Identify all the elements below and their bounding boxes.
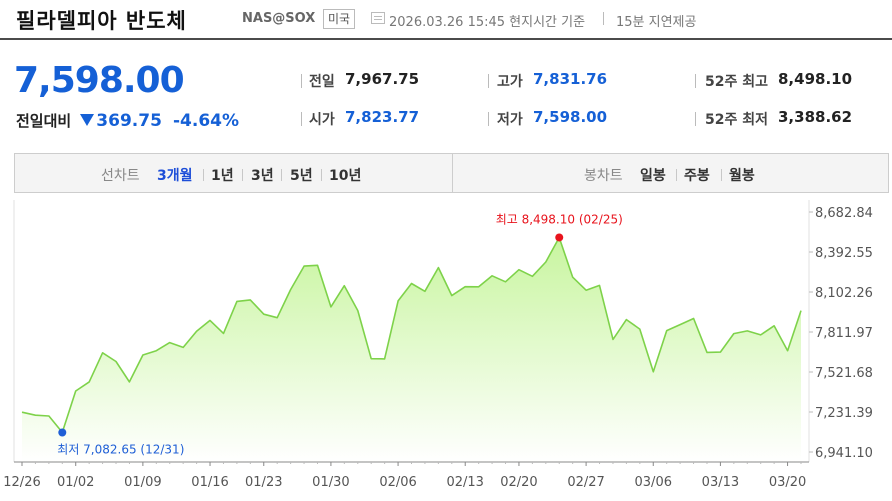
min-point-marker <box>58 428 67 437</box>
change-label: 전일대비 <box>16 112 72 130</box>
x-tick-label: 12/26 <box>3 475 40 490</box>
tab-divider <box>281 169 282 181</box>
stat-label-52w-high: 52주 최고 <box>705 74 768 90</box>
tab-period-3m[interactable]: 3개월 <box>157 165 193 185</box>
x-tick-label: 01/02 <box>57 475 94 490</box>
y-tick-label: 7,811.97 <box>815 326 873 341</box>
x-tick-label: 02/27 <box>567 475 604 490</box>
x-tick-label: 01/16 <box>191 475 228 490</box>
tab-divider <box>242 169 243 181</box>
line-chart-label: 선차트 <box>101 168 140 184</box>
y-tick-label: 8,392.55 <box>815 246 873 261</box>
stat-value-52w-low: 3,388.62 <box>778 108 853 126</box>
stat-value-prev-close: 7,967.75 <box>345 70 420 88</box>
y-tick-label: 7,231.39 <box>815 406 873 421</box>
stat-value-52w-high: 8,498.10 <box>778 70 853 88</box>
max-point-label: 최고 8,498.10 (02/25) <box>496 212 623 226</box>
country-badge: 미국 <box>323 9 356 29</box>
x-tick-label: 01/09 <box>124 475 161 490</box>
stat-divider <box>301 112 302 126</box>
x-tick-label: 02/13 <box>446 475 483 490</box>
stat-value-low: 7,598.00 <box>533 108 608 126</box>
datetime-text: 2026.03.26 15:45 현지시간 기준 <box>389 15 586 30</box>
stat-divider <box>488 112 489 126</box>
tab-candle-daily[interactable]: 일봉 <box>640 165 666 185</box>
y-tick-label: 8,682.84 <box>815 206 873 221</box>
tab-period-3y[interactable]: 3년 <box>251 165 274 185</box>
delay-notice: 15분 지연제공 <box>616 15 697 30</box>
tab-divider <box>321 169 322 181</box>
stat-label-prev-close: 전일 <box>309 74 335 90</box>
tab-candle-monthly[interactable]: 월봉 <box>729 165 755 185</box>
tab-divider <box>203 169 204 181</box>
y-tick-label: 6,941.10 <box>815 446 873 461</box>
y-tick-label: 8,102.26 <box>815 286 873 301</box>
stat-value-high: 7,831.76 <box>533 70 608 88</box>
x-tick-label: 01/30 <box>312 475 349 490</box>
header-bar: 필라델피아 반도체 NAS@SOX 미국 2026.03.26 15:45 현지… <box>0 0 892 40</box>
x-tick-label: 02/20 <box>500 475 537 490</box>
tab-period-10y[interactable]: 10년 <box>329 165 361 185</box>
x-tick-label: 03/13 <box>702 475 739 490</box>
calendar-icon <box>371 12 385 24</box>
tab-candle-weekly[interactable]: 주봉 <box>684 165 710 185</box>
stat-label-low: 저가 <box>497 112 523 128</box>
y-tick-label: 7,521.68 <box>815 366 873 381</box>
index-code: NAS@SOX <box>242 11 316 26</box>
x-tick-label: 02/06 <box>379 475 416 490</box>
stat-divider <box>488 74 489 88</box>
stat-divider <box>695 112 696 126</box>
stat-divider <box>695 74 696 88</box>
min-point-label: 최저 7,082.65 (12/31) <box>57 442 184 456</box>
tab-period-1y[interactable]: 1년 <box>211 165 234 185</box>
index-title: 필라델피아 반도체 <box>16 9 187 33</box>
tab-period-5y[interactable]: 5년 <box>290 165 313 185</box>
stat-label-52w-low: 52주 최저 <box>705 112 768 128</box>
header-divider <box>603 12 604 25</box>
price-chart: 12/26 01/02 01/09 01/16 01/23 01/30 02/06 02/13… <box>3 200 873 490</box>
x-tick-label: 01/23 <box>245 475 282 490</box>
price-area-fill <box>22 237 801 462</box>
stat-value-open: 7,823.77 <box>345 108 420 126</box>
stat-label-open: 시가 <box>309 112 335 128</box>
change-row: 전일대비 369.75 -4.64% <box>16 110 239 131</box>
change-value: 369.75 <box>96 111 162 131</box>
tab-divider <box>676 169 677 181</box>
x-tick-label: 03/20 <box>769 475 806 490</box>
chart-tabs-bar: 선차트 3개월 1년 3년 5년 10년 봉차트 일봉 주봉 월봉 <box>14 153 889 193</box>
stat-divider <box>301 74 302 88</box>
tabs-divider <box>452 154 453 192</box>
candle-chart-label: 봉차트 <box>584 168 623 184</box>
down-arrow-icon <box>80 114 95 126</box>
stat-label-high: 고가 <box>497 74 523 90</box>
current-price: 7,598.00 <box>14 60 185 101</box>
change-percent: -4.64% <box>173 111 240 131</box>
tab-divider <box>721 169 722 181</box>
x-tick-label: 03/06 <box>635 475 672 490</box>
max-point-marker <box>555 233 564 242</box>
